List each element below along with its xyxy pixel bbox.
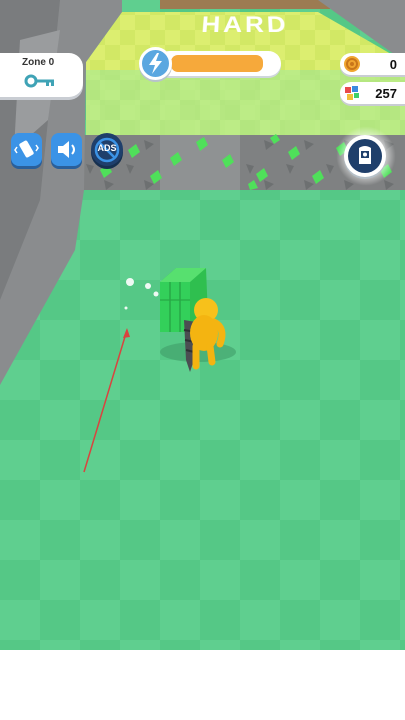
gem-icon bbox=[345, 86, 359, 100]
skin-button[interactable] bbox=[344, 135, 386, 177]
vibration-icon bbox=[14, 140, 39, 158]
energy-track bbox=[157, 51, 281, 76]
zone-label: Zone 0 bbox=[22, 57, 55, 68]
key-icon bbox=[24, 74, 54, 88]
coin-icon bbox=[344, 56, 360, 72]
ads-label: ADS bbox=[97, 143, 117, 153]
game-viewport[interactable]: HARD Zone 0 0 257 ADS bbox=[0, 0, 405, 650]
difficulty-label: HARD bbox=[200, 11, 290, 38]
gem-count: 257 bbox=[375, 86, 397, 101]
lightning-icon bbox=[139, 47, 172, 80]
energy-bar bbox=[139, 47, 282, 80]
coin-counter: 0 bbox=[340, 53, 405, 75]
sound-button[interactable] bbox=[51, 133, 82, 166]
gem-counter: 257 bbox=[340, 82, 405, 104]
coin-count: 0 bbox=[389, 57, 397, 72]
skin-icon bbox=[348, 139, 382, 173]
speaker-icon bbox=[58, 141, 75, 158]
no-ads-button[interactable]: ADS bbox=[91, 133, 123, 166]
zone-card[interactable]: Zone 0 bbox=[0, 53, 83, 97]
energy-fill bbox=[171, 55, 263, 72]
blank-bottom-area bbox=[0, 650, 405, 720]
vibration-button[interactable] bbox=[11, 133, 42, 166]
